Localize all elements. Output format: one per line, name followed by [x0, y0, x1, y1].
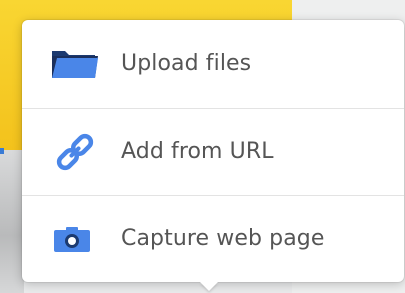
add-from-url-menu-item[interactable]: Add from URL — [22, 109, 404, 195]
link-icon — [52, 132, 98, 172]
add-content-menu: Upload files Add from URL Capture web pa… — [22, 20, 404, 291]
menu-pointer — [200, 282, 218, 291]
background-marker — [0, 148, 4, 154]
background-shade — [0, 150, 24, 293]
capture-web-page-menu-item[interactable]: Capture web page — [22, 196, 404, 282]
folder-icon — [52, 48, 98, 88]
capture-web-page-label: Capture web page — [121, 226, 325, 251]
upload-files-label: Upload files — [121, 51, 252, 76]
camera-icon — [52, 218, 98, 258]
add-from-url-label: Add from URL — [121, 139, 274, 164]
upload-files-menu-item[interactable]: Upload files — [22, 20, 404, 106]
